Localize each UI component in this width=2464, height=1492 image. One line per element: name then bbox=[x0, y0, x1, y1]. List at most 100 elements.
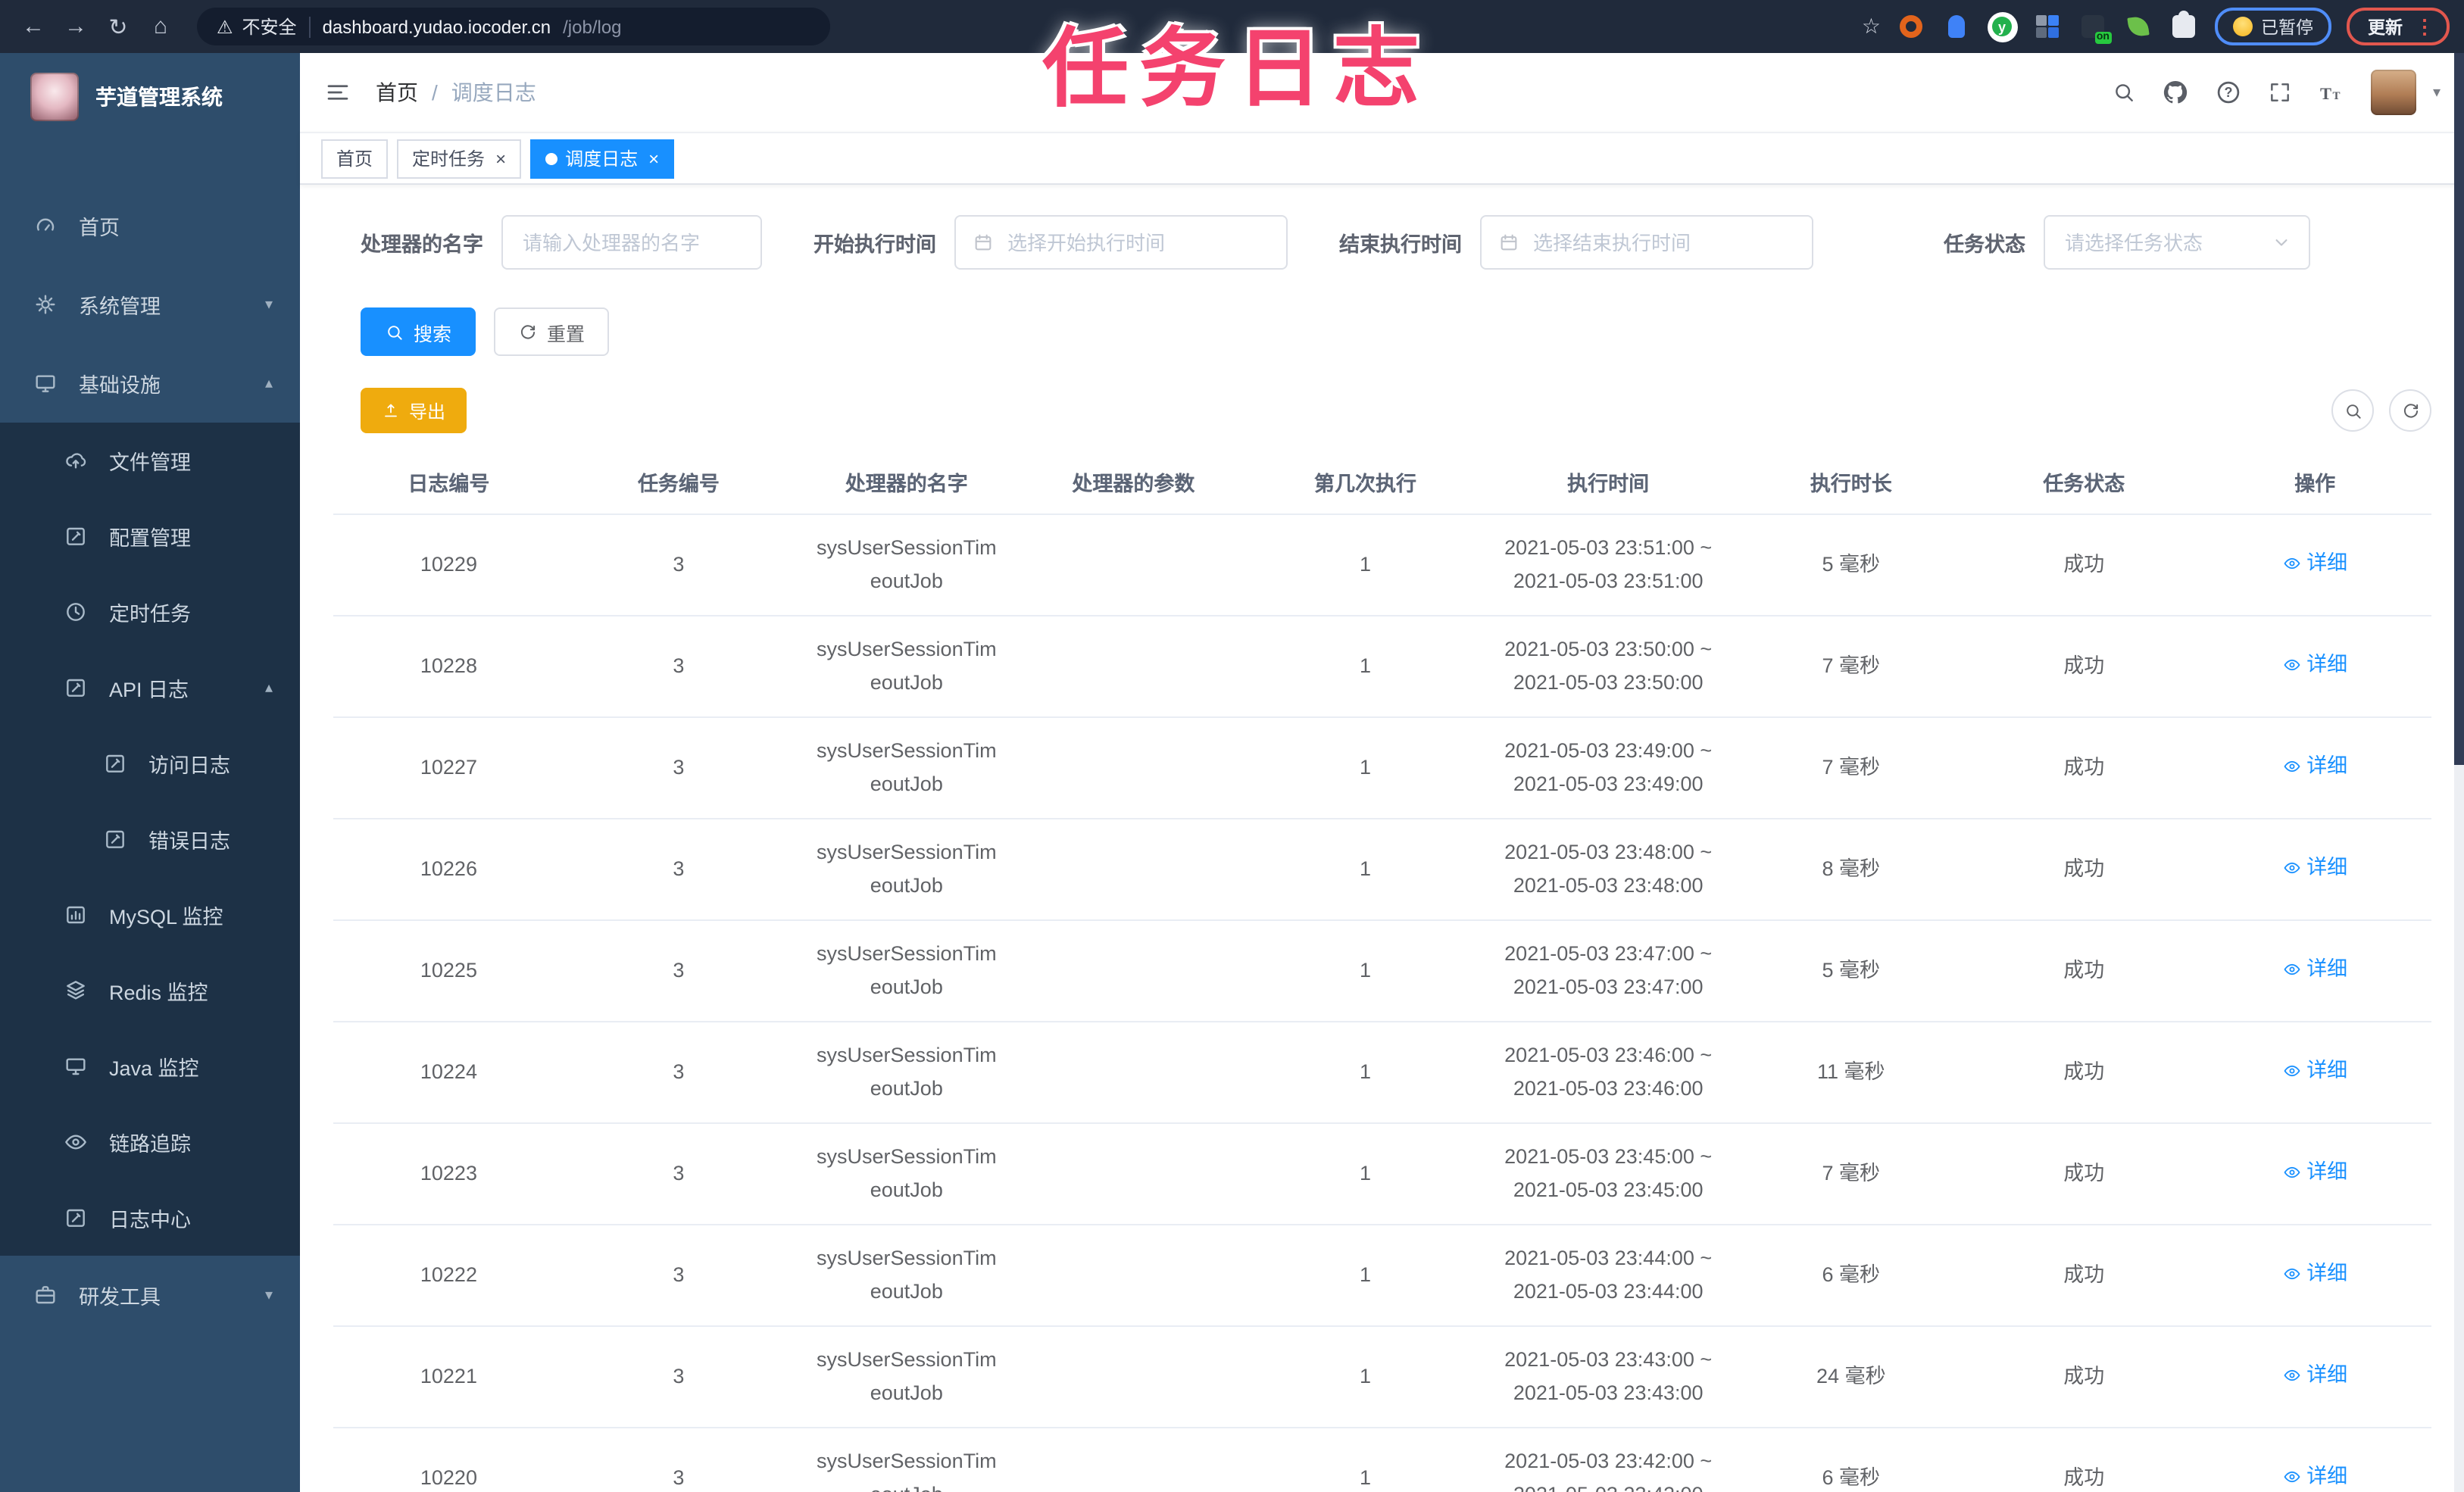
update-button[interactable]: 更新 ⋮ bbox=[2347, 8, 2450, 45]
sidebar-item-scheduled-tasks[interactable]: 定时任务 bbox=[0, 574, 300, 650]
cell-job-id: 3 bbox=[564, 1428, 794, 1492]
sidebar-item-api-logs[interactable]: API 日志 ▴ bbox=[0, 650, 300, 726]
scrollbar-thumb[interactable] bbox=[2454, 53, 2464, 765]
fullscreen-icon[interactable] bbox=[2268, 80, 2292, 105]
cell-handler: sysUserSessionTimeoutJob bbox=[793, 514, 1020, 616]
search-icon[interactable] bbox=[2112, 80, 2136, 105]
detail-link[interactable]: 详细 bbox=[2282, 1460, 2347, 1492]
help-icon[interactable] bbox=[2215, 79, 2242, 106]
case-icon bbox=[33, 1283, 58, 1307]
tab-label: 调度日志 bbox=[565, 148, 639, 170]
menu-kebab-icon[interactable]: ⋮ bbox=[2415, 14, 2434, 39]
detail-link[interactable]: 详细 bbox=[2282, 547, 2347, 581]
detail-link[interactable]: 详细 bbox=[2282, 750, 2347, 784]
back-button[interactable]: ← bbox=[15, 8, 52, 45]
cell-actions: 详细 bbox=[2198, 1123, 2431, 1225]
cell-actions: 详细 bbox=[2198, 819, 2431, 921]
handler-input[interactable] bbox=[520, 229, 744, 255]
green-y-icon: y bbox=[1992, 17, 2012, 36]
status-select[interactable] bbox=[2044, 215, 2310, 270]
home-button[interactable]: ⌂ bbox=[142, 8, 179, 45]
cell-param bbox=[1020, 1225, 1248, 1327]
cell-exec-time: 2021-05-03 23:44:00 ~2021-05-03 23:44:00 bbox=[1483, 1225, 1733, 1327]
status-select-input[interactable] bbox=[2062, 229, 2260, 255]
detail-link[interactable]: 详细 bbox=[2282, 1359, 2347, 1393]
sidebar-item-log-center[interactable]: 日志中心 bbox=[0, 1180, 300, 1256]
export-button[interactable]: 导出 bbox=[361, 388, 467, 433]
search-button[interactable]: 搜索 bbox=[361, 307, 476, 356]
close-icon[interactable]: × bbox=[648, 149, 659, 167]
sidebar-item-mysql-monitor[interactable]: MySQL 监控 bbox=[0, 877, 300, 953]
cell-param bbox=[1020, 920, 1248, 1022]
chevron-down-icon[interactable]: ▾ bbox=[2433, 84, 2441, 101]
show-search-button[interactable] bbox=[2331, 389, 2374, 432]
sidebar-item-infrastructure[interactable]: 基础设施 ▴ bbox=[0, 344, 300, 423]
tab-home[interactable]: 首页 bbox=[321, 139, 389, 178]
sidebar-item-access-logs[interactable]: 访问日志 bbox=[0, 726, 300, 801]
detail-link[interactable]: 详细 bbox=[2282, 648, 2347, 682]
cell-log-id: 10220 bbox=[333, 1428, 564, 1492]
detail-link[interactable]: 详细 bbox=[2282, 851, 2347, 885]
url-bar[interactable]: ⚠ 不安全 dashboard.yudao.iocoder.cn/job/log bbox=[197, 8, 830, 45]
cell-status: 成功 bbox=[1969, 514, 2199, 616]
eye-icon bbox=[2282, 1163, 2300, 1181]
breadcrumb-home[interactable]: 首页 bbox=[376, 77, 418, 108]
font-size-icon[interactable] bbox=[2318, 79, 2345, 106]
table-row: 10221 3 sysUserSessionTimeoutJob 1 2021-05-0… bbox=[333, 1326, 2431, 1428]
close-icon[interactable]: × bbox=[495, 149, 506, 167]
adblocker-extension-icon[interactable] bbox=[1896, 11, 1926, 42]
on-extension-icon[interactable]: on bbox=[2078, 11, 2111, 43]
extensions-puzzle-icon[interactable] bbox=[2169, 11, 2199, 42]
hamburger-icon[interactable] bbox=[324, 79, 351, 106]
detail-link[interactable]: 详细 bbox=[2282, 1156, 2347, 1190]
cell-exec-time: 2021-05-03 23:51:00 ~2021-05-03 23:51:00 bbox=[1483, 514, 1733, 616]
handler-label: 处理器的名字 bbox=[361, 233, 483, 256]
leaf-extension-icon[interactable] bbox=[2123, 11, 2153, 42]
cell-status: 成功 bbox=[1969, 819, 2199, 921]
detail-link[interactable]: 详细 bbox=[2282, 1054, 2347, 1088]
start-time-filter-group: 开始执行时间 bbox=[814, 215, 1288, 270]
sidebar-item-java-monitor[interactable]: Java 监控 bbox=[0, 1028, 300, 1104]
detail-link[interactable]: 详细 bbox=[2282, 953, 2347, 987]
reload-button[interactable]: ↻ bbox=[100, 8, 136, 45]
sidebar-item-error-logs[interactable]: 错误日志 bbox=[0, 801, 300, 877]
navbar-actions: ▾ bbox=[2112, 70, 2441, 115]
sidebar-item-file-management[interactable]: 文件管理 bbox=[0, 423, 300, 498]
github-icon[interactable] bbox=[2162, 79, 2189, 106]
sidebar-item-dev-tools[interactable]: 研发工具 ▾ bbox=[0, 1256, 300, 1334]
sidebar-item-label: API 日志 bbox=[109, 679, 189, 701]
user-avatar[interactable] bbox=[2370, 70, 2416, 115]
sidebar-item-system-management[interactable]: 系统管理 ▾ bbox=[0, 265, 300, 344]
tab-job-log[interactable]: 调度日志 × bbox=[530, 139, 675, 178]
sidebar-item-label: 首页 bbox=[79, 217, 120, 239]
tab-scheduled-tasks[interactable]: 定时任务 × bbox=[397, 139, 522, 178]
forward-button[interactable]: → bbox=[58, 8, 94, 45]
cell-handler: sysUserSessionTimeoutJob bbox=[793, 616, 1020, 718]
sidebar-item-home[interactable]: 首页 bbox=[0, 186, 300, 265]
cell-exec-time: 2021-05-03 23:50:00 ~2021-05-03 23:50:00 bbox=[1483, 616, 1733, 718]
sidebar-item-tracing[interactable]: 链路追踪 bbox=[0, 1104, 300, 1180]
url-host: dashboard.yudao.iocoder.cn bbox=[322, 16, 551, 37]
bulb-extension-icon[interactable] bbox=[1941, 11, 1972, 42]
monitor-icon bbox=[33, 371, 58, 395]
detail-link[interactable]: 详细 bbox=[2282, 1257, 2347, 1291]
eye-icon bbox=[64, 1130, 88, 1154]
breadcrumb-separator: / bbox=[432, 80, 438, 105]
eye-icon bbox=[2282, 1468, 2300, 1486]
main-area: 首页 / 调度日志 ▾ 首页 定时任务 × 调度日志 × 处理器的名字 请输入处… bbox=[300, 53, 2464, 1492]
paused-badge[interactable]: 已暂停 bbox=[2214, 8, 2331, 45]
reset-button[interactable]: 重置 bbox=[494, 307, 610, 356]
sidebar-item-config-management[interactable]: 配置管理 bbox=[0, 498, 300, 574]
refresh-table-button[interactable] bbox=[2389, 389, 2431, 432]
bookmark-star-icon[interactable]: ☆ bbox=[1862, 14, 1881, 39]
y-extension-icon[interactable]: y bbox=[1987, 11, 2017, 42]
cell-duration: 7 毫秒 bbox=[1732, 1123, 1970, 1225]
cell-status: 成功 bbox=[1969, 920, 2199, 1022]
cell-exec-time: 2021-05-03 23:42:00 ~2021-05-03 23:42:00 bbox=[1483, 1428, 1733, 1492]
end-time-input[interactable] bbox=[1530, 229, 1795, 255]
logo-row[interactable]: 芋道管理系统 bbox=[0, 53, 300, 141]
security-badge[interactable]: ⚠ 不安全 bbox=[217, 14, 297, 39]
sidebar-item-redis-monitor[interactable]: Redis 监控 bbox=[0, 953, 300, 1028]
grid-extension-icon[interactable] bbox=[2032, 11, 2063, 42]
start-time-input[interactable] bbox=[1004, 229, 1269, 255]
